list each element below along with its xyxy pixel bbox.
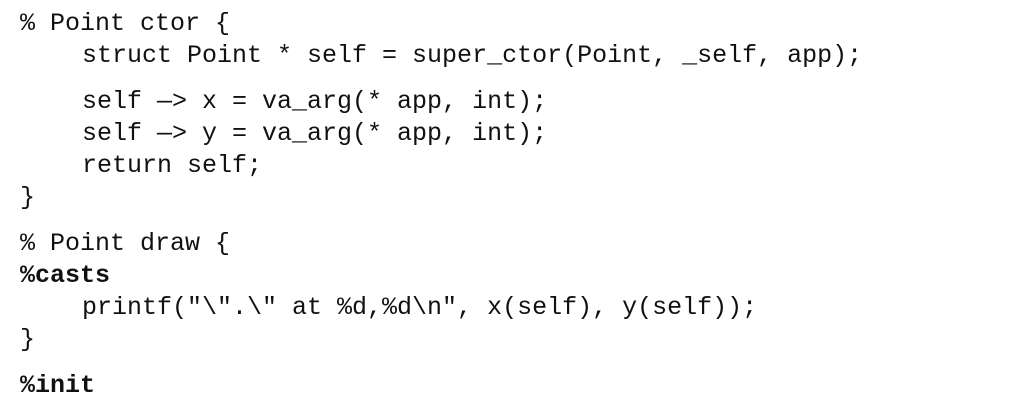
ctor-return-line: return self;: [82, 151, 263, 180]
ctor-x-line: self —> x = va_arg(* app, int);: [82, 87, 548, 116]
ctor-super-line: struct Point * self = super_ctor(Point, …: [82, 41, 863, 70]
draw-close-brace: }: [20, 325, 36, 354]
draw-header-line: % Point draw {: [20, 229, 231, 258]
ctor-y-line: self —> y = va_arg(* app, int);: [82, 119, 548, 148]
code-listing: % Point ctor { struct Point * self = sup…: [0, 0, 1014, 406]
ctor-close-brace: }: [20, 183, 36, 212]
draw-printf-line: printf("\".\" at %d,%d\n", x(self), y(se…: [82, 293, 758, 322]
init-directive: %init: [20, 371, 96, 400]
ctor-header-line: % Point ctor {: [20, 9, 231, 38]
casts-directive: %casts: [20, 261, 111, 290]
